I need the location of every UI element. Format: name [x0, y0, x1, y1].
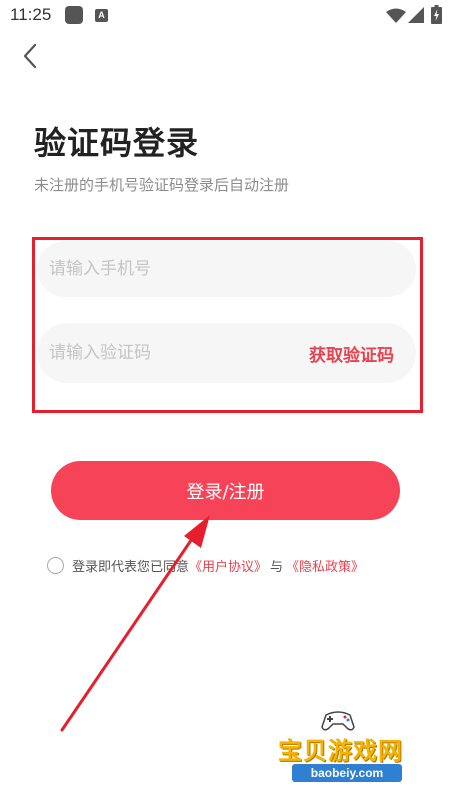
gamepad-icon — [321, 711, 355, 731]
status-bar: 11:25 A — [0, 0, 450, 32]
wifi-icon — [386, 8, 406, 23]
page-subtitle: 未注册的手机号验证码登录后自动注册 — [34, 176, 290, 194]
login-register-button[interactable]: 登录/注册 — [51, 461, 400, 520]
watermark: 宝贝游戏网 baobeiy.com — [270, 705, 445, 797]
a-icon: A — [95, 9, 108, 22]
agreement-radio[interactable] — [47, 556, 64, 574]
watermark-domain: baobeiy.com — [292, 764, 402, 782]
signal-icon — [408, 7, 424, 23]
app-icon — [65, 6, 83, 24]
agreement-text: 登录即代表您已同意 — [72, 559, 190, 575]
battery-icon — [431, 5, 442, 24]
agreement-row: 登录即代表您已同意 《用户协议》 与 《隐私政策》 — [47, 555, 364, 575]
privacy-policy-link[interactable]: 《隐私政策》 — [286, 556, 364, 575]
watermark-brand: 宝贝游戏网 — [278, 737, 403, 765]
page-title: 验证码登录 — [34, 124, 200, 162]
status-time: 11:25 — [10, 5, 52, 24]
back-chevron-left-icon[interactable] — [16, 40, 46, 72]
agreement-and: 与 — [270, 559, 284, 575]
user-agreement-link[interactable]: 《用户协议》 — [189, 556, 267, 575]
annotation-highlight-box — [32, 237, 423, 413]
